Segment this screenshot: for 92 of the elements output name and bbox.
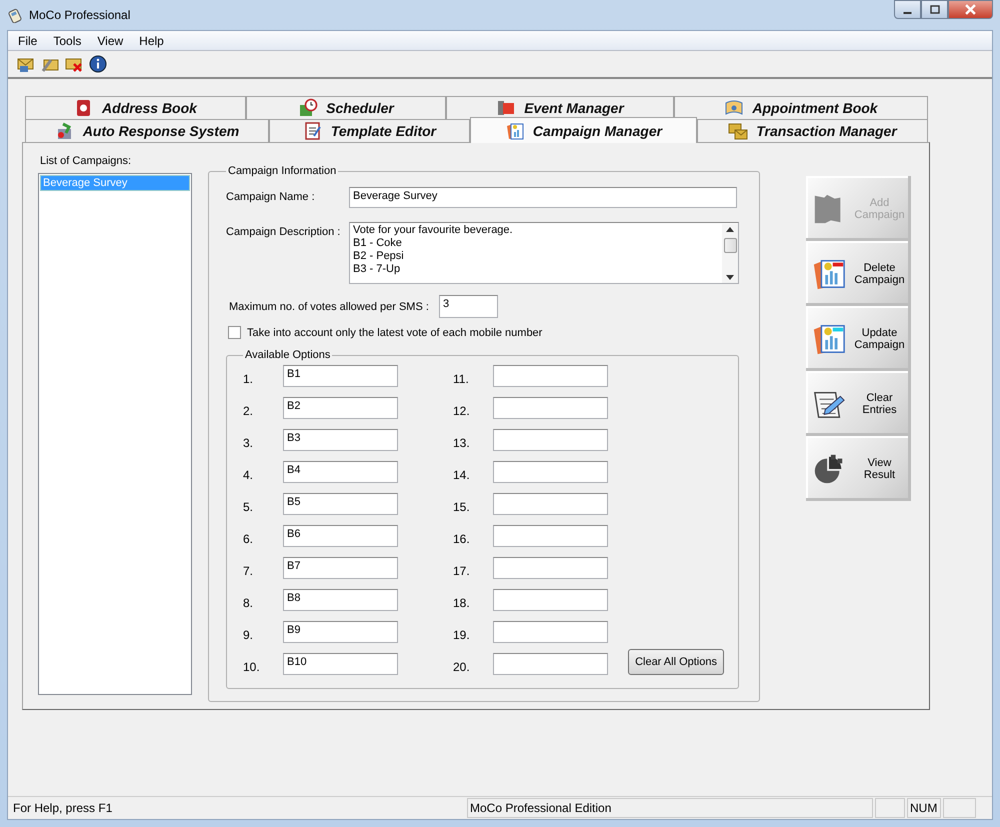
clear-all-options-button[interactable]: Clear All Options xyxy=(628,649,724,675)
scroll-up-icon xyxy=(726,227,734,232)
option-number: 7. xyxy=(243,562,254,578)
close-button[interactable] xyxy=(948,0,993,19)
option-field[interactable] xyxy=(493,653,608,675)
tab[interactable]: Transaction Manager xyxy=(697,119,928,142)
tab[interactable]: Appointment Book xyxy=(674,96,928,119)
description-line: B3 - 7-Up xyxy=(353,263,402,276)
option-field[interactable]: B6 xyxy=(283,525,398,547)
option-number: 6. xyxy=(243,530,254,546)
option-number: 11. xyxy=(453,370,470,386)
close-icon xyxy=(965,4,976,15)
option-field[interactable]: B3 xyxy=(283,429,398,451)
tab[interactable]: Scheduler xyxy=(246,96,446,119)
option-field[interactable] xyxy=(493,493,608,515)
list-label: List of Campaigns: xyxy=(39,155,132,167)
option-field[interactable]: B4 xyxy=(283,461,398,483)
description-line: B1 - Coke xyxy=(353,237,403,250)
option-field[interactable]: B7 xyxy=(283,557,398,579)
action-button[interactable]: Update Campaign xyxy=(806,306,911,371)
option-number: 3. xyxy=(243,434,254,450)
envelopes-icon xyxy=(728,121,748,141)
option-number: 9. xyxy=(243,626,254,642)
option-number: 2. xyxy=(243,402,254,418)
action-button[interactable]: View Result xyxy=(806,436,911,501)
maximize-icon xyxy=(930,4,940,14)
option-number: 10. xyxy=(243,658,261,674)
scroll-down-icon xyxy=(726,275,734,280)
option-field[interactable]: B1 xyxy=(283,365,398,387)
option-number: 13. xyxy=(453,434,471,450)
menu-item[interactable]: View xyxy=(89,34,132,48)
toolbar-button[interactable] xyxy=(87,53,109,75)
option-field[interactable]: B8 xyxy=(283,589,398,611)
clock-icon xyxy=(298,98,318,118)
status-edition-text: MoCo Professional Edition xyxy=(467,798,873,818)
option-field[interactable] xyxy=(493,525,608,547)
description-line: B2 - Pepsi xyxy=(353,250,405,263)
tab[interactable]: Auto Response System xyxy=(25,119,269,142)
option-number: 16. xyxy=(453,530,471,546)
window-title: MoCo Professional xyxy=(29,8,130,22)
option-number: 12. xyxy=(453,402,471,418)
notepad-icon xyxy=(302,121,323,141)
option-field[interactable] xyxy=(493,397,608,419)
menu-item[interactable]: File xyxy=(10,34,46,48)
option-number: 8. xyxy=(243,594,254,610)
option-field[interactable] xyxy=(493,365,608,387)
field-label: Campaign Description : xyxy=(226,225,342,238)
option-field[interactable] xyxy=(493,429,608,451)
tab[interactable]: Event Manager xyxy=(446,96,674,119)
minimize-button[interactable] xyxy=(894,0,921,19)
info-icon xyxy=(89,55,107,73)
group-title: Campaign Information xyxy=(227,165,338,177)
field-label: Campaign Name : xyxy=(226,190,316,203)
option-number: 1. xyxy=(243,370,254,386)
option-field[interactable] xyxy=(493,621,608,643)
option-field[interactable] xyxy=(493,589,608,611)
option-number: 14. xyxy=(453,466,471,482)
option-number: 15. xyxy=(453,498,471,514)
maximize-button[interactable] xyxy=(921,0,948,19)
menu-item[interactable]: Tools xyxy=(45,34,90,48)
checkbox-label: Take into account only the latest vote of each mobile number xyxy=(247,326,542,338)
option-number: 5. xyxy=(243,498,254,514)
action-button[interactable]: Clear Entries xyxy=(806,371,911,436)
option-number: 20. xyxy=(453,658,471,674)
option-number: 18. xyxy=(453,594,471,610)
menu-item[interactable]: Help xyxy=(131,34,172,48)
field-label: Maximum no. of votes allowed per SMS : xyxy=(228,300,430,312)
group-title: Available Options xyxy=(244,349,332,361)
option-number: 17. xyxy=(453,562,471,578)
option-field[interactable] xyxy=(493,461,608,483)
scrollbar[interactable] xyxy=(722,224,738,283)
tab[interactable]: Address Book xyxy=(25,96,246,119)
campaign-name-field[interactable]: Beverage Survey xyxy=(349,187,737,208)
chart-icon xyxy=(504,120,525,140)
option-number: 19. xyxy=(453,626,471,642)
max-votes-field[interactable]: 3 xyxy=(439,295,498,318)
status-num-indicator: NUM xyxy=(907,798,941,818)
tab[interactable]: Template Editor xyxy=(269,119,470,142)
option-field[interactable]: B10 xyxy=(283,653,398,675)
tab[interactable]: Campaign Manager xyxy=(470,117,697,143)
option-field[interactable]: B2 xyxy=(283,397,398,419)
option-field[interactable] xyxy=(493,557,608,579)
option-field[interactable]: B5 xyxy=(283,493,398,515)
scroll-thumb[interactable] xyxy=(724,238,736,253)
status-help-text: For Help, press F1 xyxy=(12,800,114,817)
campaign-description-field[interactable]: Vote for your favourite beverage. B1 - Coke B2 - Pepsi B3 - 7-Up xyxy=(349,222,739,284)
checkbox[interactable] xyxy=(228,326,241,339)
minimize-icon xyxy=(903,12,912,14)
action-button[interactable]: Delete Campaign xyxy=(806,241,911,306)
option-field[interactable]: B9 xyxy=(283,621,398,643)
option-number: 4. xyxy=(243,466,254,482)
description-line: Vote for your favourite beverage. xyxy=(353,224,514,237)
